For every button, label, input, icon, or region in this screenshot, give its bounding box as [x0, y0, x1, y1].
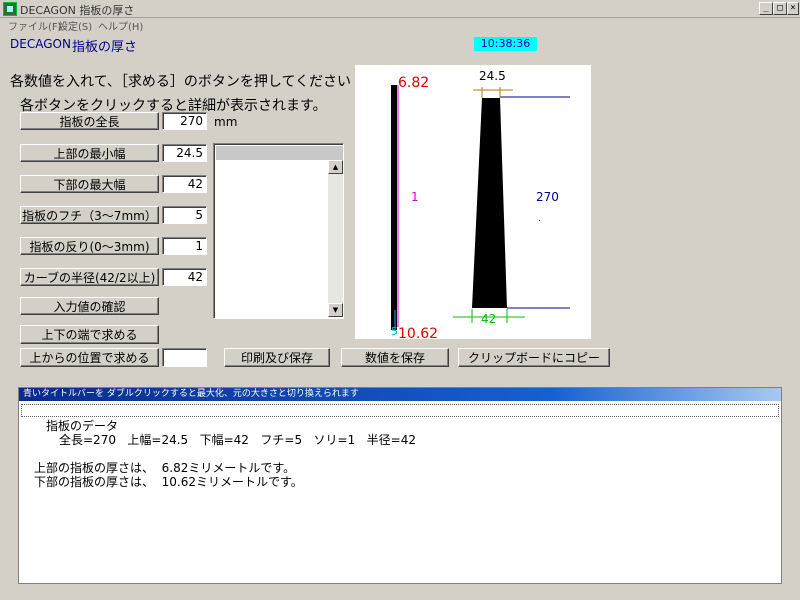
length-unit: mm	[214, 115, 238, 129]
calc-position-button[interactable]: 上からの位置で求める	[20, 348, 159, 367]
instruction-line-1: 各数値を入れて、［求める］のボタンを押してください	[10, 74, 352, 90]
bottom-width-input[interactable]: 42	[162, 175, 207, 193]
output-panel: 青いタイトルバーを ダブルクリックすると最大化、元の大きさと切り換えられます 指…	[18, 387, 782, 584]
bottom-width-button[interactable]: 下部の最大幅	[20, 175, 159, 193]
warp-button[interactable]: 指板の反り(0～3mm)	[20, 237, 159, 255]
title-bar[interactable]: DECAGON 指板の厚さ _ □ ×	[0, 0, 800, 18]
minimize-button[interactable]: _	[759, 2, 773, 15]
app-name-label: DECAGON	[10, 37, 71, 51]
bottom-thickness-label: 10.62	[398, 326, 438, 339]
diagram-svg: 6.82 1 5 10.62 24.5 42 270 .	[391, 69, 570, 342]
length-label: 270	[536, 190, 559, 204]
menu-settings[interactable]: 設定(S)	[58, 18, 92, 33]
save-values-button[interactable]: 数値を保存	[341, 348, 449, 367]
top-width-button[interactable]: 上部の最小幅	[20, 144, 159, 162]
page-title: 指板の厚さ	[72, 40, 138, 55]
listbox-header	[216, 146, 343, 160]
scroll-down-icon[interactable]: ▼	[328, 303, 343, 317]
clock-display: 10:38:36	[474, 37, 537, 51]
length-input[interactable]: 270	[162, 112, 207, 130]
bottom-width-label: 42	[481, 312, 496, 326]
window-title: DECAGON 指板の厚さ	[20, 4, 135, 17]
position-input[interactable]	[162, 348, 207, 367]
warp-label: 1	[411, 190, 419, 204]
close-button[interactable]: ×	[787, 2, 799, 15]
radius-button[interactable]: カーブの半径(42/2以上)	[20, 268, 159, 286]
scroll-up-icon[interactable]: ▲	[328, 160, 343, 174]
radius-input[interactable]: 42	[162, 268, 207, 286]
menu-file[interactable]: ファイル(F)	[8, 18, 62, 33]
maximize-button[interactable]: □	[773, 2, 787, 15]
fingerboard-diagram: 6.82 1 5 10.62 24.5 42 270 .	[355, 65, 591, 342]
length-button[interactable]: 指板の全長	[20, 112, 159, 130]
output-focus-line	[21, 404, 779, 417]
menu-help[interactable]: ヘルプ(H)	[98, 18, 143, 33]
output-title-bar[interactable]: 青いタイトルバーを ダブルクリックすると最大化、元の大きさと切り換えられます	[19, 388, 781, 401]
top-thickness-label: 6.82	[398, 75, 429, 91]
edge-label: 5	[391, 325, 398, 338]
copy-clipboard-button[interactable]: クリップボードにコピー	[458, 348, 610, 367]
top-width-label: 24.5	[479, 69, 506, 83]
side-profile-bar	[391, 85, 397, 330]
warp-input[interactable]: 1	[162, 237, 207, 255]
output-result-bottom: 下部の指板の厚さは、 10.62ミリメートルです。	[34, 475, 303, 489]
confirm-input-button[interactable]: 入力値の確認	[20, 297, 159, 315]
edge-input[interactable]: 5	[162, 206, 207, 224]
edge-button[interactable]: 指板のフチ（3～7mm）	[20, 206, 159, 224]
top-width-input[interactable]: 24.5	[162, 144, 207, 162]
listbox-scrollbar[interactable]: ▲ ▼	[328, 160, 343, 317]
length-dot: .	[538, 213, 541, 224]
app-icon	[3, 2, 17, 16]
calc-ends-button[interactable]: 上下の端で求める	[20, 325, 159, 344]
output-data-line: 全長=270 上幅=24.5 下幅=42 フチ=5 ソリ=1 半径=42	[59, 433, 416, 447]
detail-listbox[interactable]: ▲ ▼	[213, 143, 344, 319]
menu-bar: ファイル(F) 設定(S) ヘルプ(H)	[0, 18, 800, 33]
print-save-button[interactable]: 印刷及び保存	[224, 348, 330, 367]
top-view-shape	[472, 98, 507, 308]
